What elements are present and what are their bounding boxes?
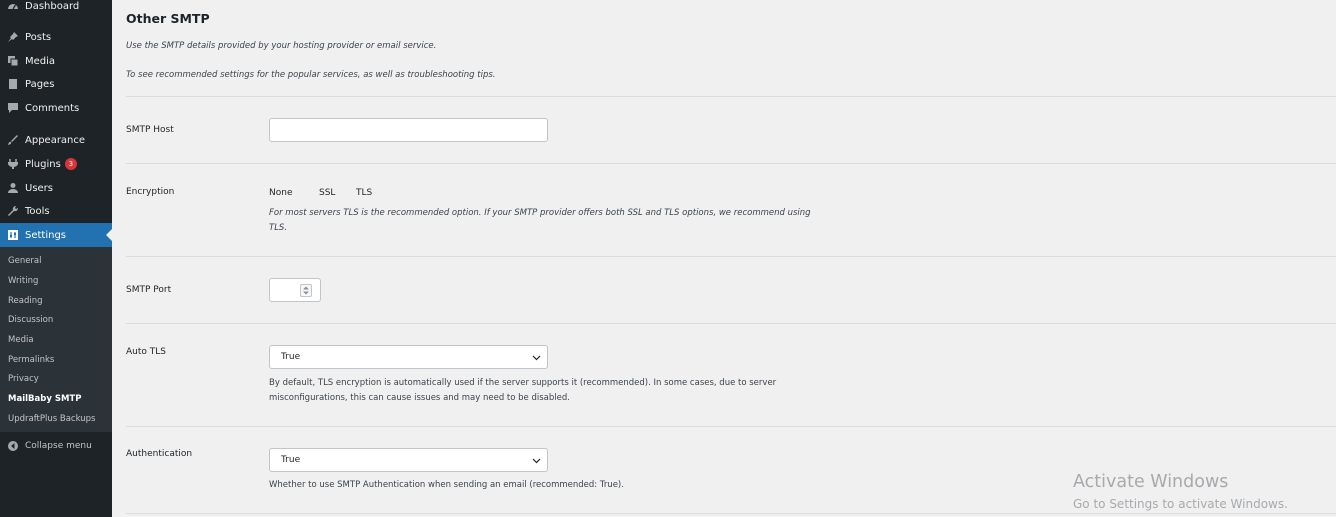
sidebar-item-label: Media: [25, 55, 56, 67]
authentication-select[interactable]: True: [269, 448, 548, 472]
submenu-discussion[interactable]: Discussion: [8, 315, 53, 325]
divider: [126, 163, 1336, 164]
sidebar-item-settings[interactable]: Settings: [0, 223, 112, 247]
chevron-down-icon: [532, 458, 541, 464]
sidebar-item-pages[interactable]: Pages: [0, 72, 112, 96]
plugins-update-badge: 3: [64, 158, 77, 170]
brush-icon: [7, 134, 19, 146]
section-description: Use the SMTP details provided by your ho…: [126, 41, 437, 51]
sidebar-item-label: Tools: [25, 205, 50, 217]
sidebar-item-plugins[interactable]: Plugins 3: [0, 152, 112, 176]
auto-tls-select[interactable]: True: [269, 345, 548, 369]
submenu-reading[interactable]: Reading: [8, 296, 43, 306]
number-spinner[interactable]: [300, 284, 312, 297]
section-tips-text: To see recommended settings for the popu…: [126, 70, 496, 80]
sidebar-item-label: Appearance: [25, 134, 86, 146]
authentication-value: True: [281, 455, 301, 465]
encryption-label: Encryption: [126, 187, 175, 197]
submenu-updraftplus-backups[interactable]: UpdraftPlus Backups: [8, 414, 95, 424]
sidebar-item-label: Posts: [25, 31, 52, 43]
encryption-radio-group: None SSL TLS: [269, 188, 372, 198]
sidebar-item-posts[interactable]: Posts: [0, 25, 112, 49]
divider: [126, 256, 1336, 257]
authentication-label: Authentication: [126, 449, 193, 459]
encryption-option-tls[interactable]: TLS: [356, 188, 372, 198]
auto-tls-label: Auto TLS: [126, 347, 166, 357]
sidebar-item-appearance[interactable]: Appearance: [0, 128, 112, 152]
sidebar-item-label: Plugins: [25, 158, 61, 170]
submenu-media[interactable]: Media: [8, 335, 34, 345]
divider: [126, 513, 1336, 514]
divider: [126, 426, 1336, 427]
sidebar-item-users[interactable]: Users: [0, 176, 112, 200]
sidebar-item-dashboard[interactable]: Dashboard: [0, 0, 112, 18]
sidebar-item-label: Dashboard: [25, 0, 80, 12]
settings-icon: [7, 229, 19, 241]
page-icon: [7, 78, 19, 90]
section-title: Other SMTP: [126, 11, 210, 26]
main-content: Other SMTP Use the SMTP details provided…: [112, 0, 1336, 517]
activate-windows-title: Activate Windows: [1073, 472, 1229, 492]
submenu-writing[interactable]: Writing: [8, 276, 38, 286]
smtp-host-label: SMTP Host: [126, 125, 174, 135]
chevron-down-icon: [532, 355, 541, 361]
encryption-help-text: For most servers TLS is the recommended …: [269, 208, 811, 233]
encryption-option-none[interactable]: None: [269, 188, 319, 198]
submenu-permalinks[interactable]: Permalinks: [8, 355, 54, 365]
submenu-mailbaby-smtp[interactable]: MailBaby SMTP: [8, 394, 81, 404]
submenu-privacy[interactable]: Privacy: [8, 374, 39, 384]
wrench-icon: [7, 205, 19, 217]
pushpin-icon: [7, 31, 19, 43]
sidebar-item-label: Pages: [25, 78, 55, 90]
submenu-general[interactable]: General: [8, 256, 42, 266]
smtp-port-label: SMTP Port: [126, 285, 172, 295]
sidebar-item-label: Users: [25, 182, 54, 194]
divider: [126, 96, 1336, 97]
sidebar-item-label: Comments: [25, 102, 80, 114]
media-icon: [7, 55, 19, 67]
collapse-menu-label: Collapse menu: [25, 441, 92, 451]
dashboard-icon: [7, 0, 19, 12]
divider: [126, 323, 1336, 324]
sidebar-item-tools[interactable]: Tools: [0, 199, 112, 223]
authentication-help-text: Whether to use SMTP Authentication when …: [269, 480, 624, 490]
encryption-option-ssl[interactable]: SSL: [319, 188, 356, 198]
comment-icon: [7, 102, 19, 114]
spinner-arrows-icon: [303, 286, 309, 295]
collapse-icon: [7, 440, 19, 452]
sidebar-item-label: Settings: [25, 229, 67, 241]
smtp-host-input[interactable]: [269, 118, 548, 142]
auto-tls-help-text: By default, TLS encryption is automatica…: [269, 378, 777, 403]
auto-tls-value: True: [281, 352, 301, 362]
sidebar-item-media[interactable]: Media: [0, 49, 112, 73]
user-icon: [7, 182, 19, 194]
sidebar-item-comments[interactable]: Comments: [0, 96, 112, 120]
collapse-menu-button[interactable]: Collapse menu: [0, 434, 112, 458]
plugin-icon: [7, 158, 19, 170]
admin-sidebar: Dashboard Posts Media Pages Comments App…: [0, 0, 112, 517]
smtp-port-input[interactable]: [269, 278, 321, 302]
activate-windows-subtitle: Go to Settings to activate Windows.: [1073, 497, 1288, 511]
